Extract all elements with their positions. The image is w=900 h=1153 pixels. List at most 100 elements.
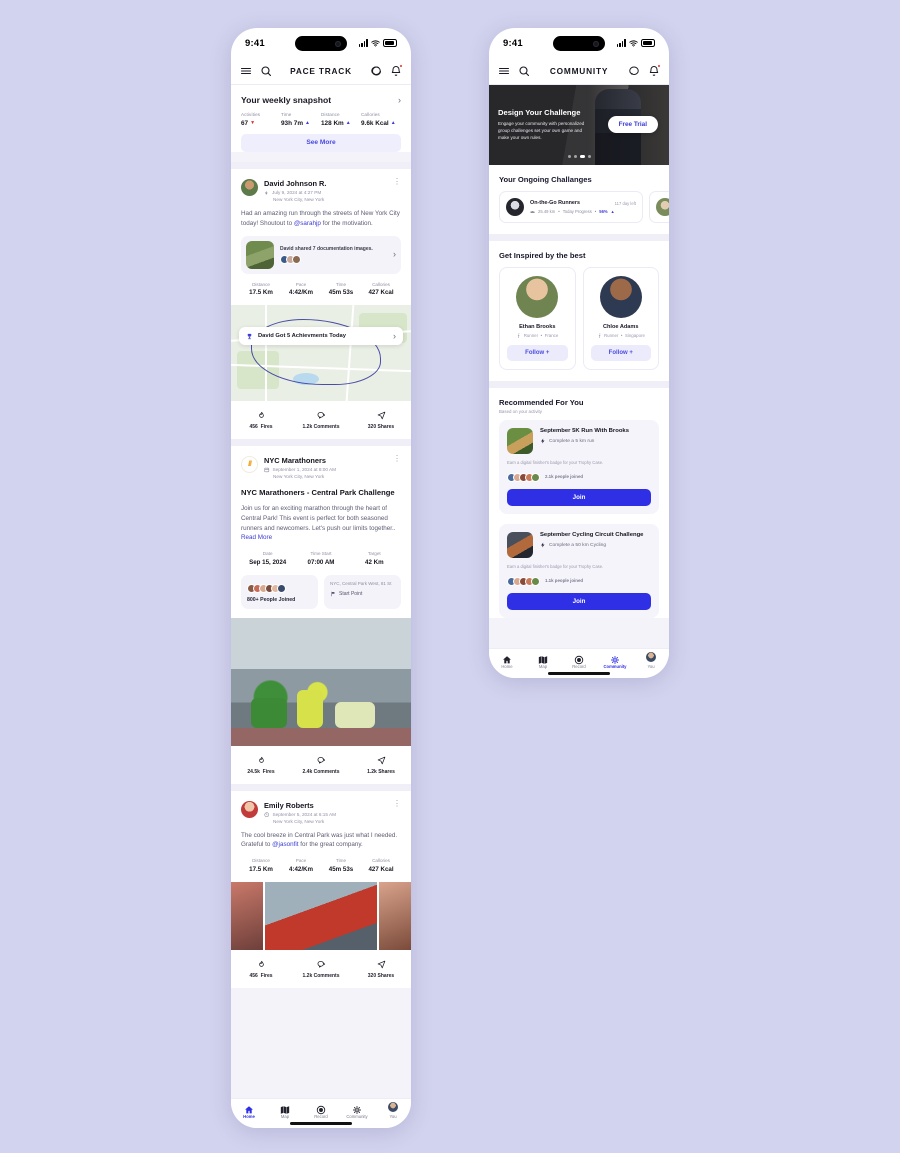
community-scroll[interactable]: Design Your Challenge Engage your commun… — [489, 85, 669, 678]
post-david: David Johnson R. July 9, 2024 at 4:27 PM… — [231, 168, 411, 439]
mention-link[interactable]: @sarahjp — [294, 220, 321, 227]
promo-banner[interactable]: Design Your Challenge Engage your commun… — [489, 85, 669, 165]
follow-button[interactable]: Follow + — [590, 345, 651, 361]
recommendation-card[interactable]: September 5K Run With Brooks Complete a … — [499, 420, 659, 514]
photo-gallery[interactable] — [231, 881, 411, 950]
post-author[interactable]: NYC Marathoners — [264, 456, 387, 465]
post-author[interactable]: Emily Roberts — [264, 801, 387, 810]
trend-up-icon: ▲ — [305, 119, 310, 126]
challenge-info: On-the-Go Runners 117 day left 25.49 km … — [530, 200, 636, 214]
avatar[interactable]: /// — [241, 456, 258, 473]
fires-button[interactable]: 24.5k Fires — [231, 756, 291, 775]
post-options-icon[interactable]: ⋮ — [393, 799, 401, 807]
chat-bubble-icon[interactable] — [370, 65, 382, 77]
post-identity: NYC Marathoners September 1, 2024 at 8:0… — [264, 456, 387, 479]
trend-up-icon: ▲ — [610, 209, 615, 214]
route-map[interactable]: David Got 5 Achievments Today › — [231, 305, 411, 401]
shares-label: 1.2k Shares — [367, 768, 395, 775]
read-more-link[interactable]: Read More — [241, 534, 272, 541]
post-header: Emily Roberts September 5, 2024 at 6:15 … — [241, 799, 401, 824]
avatar[interactable] — [241, 800, 258, 818]
see-more-button[interactable]: See More — [241, 133, 401, 152]
comments-button[interactable]: 1.2k Comments — [291, 411, 351, 430]
location-card[interactable]: NYC, Central Park West, 81 St Start Poin… — [324, 574, 401, 609]
post-location: New York City, New York — [273, 474, 325, 479]
shared-images-card[interactable]: David shared 7 documentation images. › — [241, 235, 401, 274]
comments-button[interactable]: 2.4k Comments — [291, 756, 351, 775]
post-text: Had an amazing run through the streets o… — [241, 210, 400, 227]
record-icon — [316, 1102, 326, 1115]
tab-home[interactable]: Home — [489, 652, 525, 669]
inspired-cards: Ethan Brooks Runner • France Follow + Chlo… — [489, 267, 669, 381]
free-trial-button[interactable]: Free Trial — [607, 116, 658, 133]
stat-value: 93h 7m ▲ — [281, 119, 310, 127]
post-date: September 5, 2024 at 6:15 AM — [264, 812, 387, 818]
join-button[interactable]: Join — [507, 593, 651, 610]
search-icon[interactable] — [260, 65, 272, 77]
shares-button[interactable]: 320 Shares — [351, 411, 411, 430]
join-button[interactable]: Join — [507, 489, 651, 506]
post-options-icon[interactable]: ⋮ — [393, 455, 401, 463]
shares-button[interactable]: 320 Shares — [351, 960, 411, 979]
recommendation-thumbnail — [507, 428, 533, 454]
post-identity: David Johnson R. July 9, 2024 at 4:27 PM… — [264, 179, 387, 203]
hamburger-icon[interactable] — [240, 65, 252, 77]
follow-button[interactable]: Follow + — [507, 345, 568, 361]
tab-map[interactable]: Map — [525, 652, 561, 669]
chevron-right-icon[interactable]: › — [398, 95, 401, 105]
achievements-banner[interactable]: David Got 5 Achievments Today › — [239, 327, 403, 345]
recommended-section: Recommended For You Based on your activi… — [489, 388, 669, 618]
comment-icon — [317, 411, 326, 420]
tab-map[interactable]: Map — [267, 1102, 303, 1119]
metric-pace: Pace 4:42/Km — [288, 858, 314, 873]
person-card[interactable]: Ethan Brooks Runner • France Follow + — [499, 267, 576, 370]
tab-record[interactable]: Record — [561, 652, 597, 669]
avatar[interactable] — [241, 178, 258, 196]
chevron-right-icon[interactable]: › — [393, 250, 396, 259]
gallery-image[interactable] — [231, 881, 263, 950]
challenge-card[interactable]: On-the-Go Runners 117 day left 25.49 km … — [499, 191, 643, 223]
weekly-snapshot-header[interactable]: Your weekly snapshot › — [231, 85, 411, 112]
recommendation-card[interactable]: September Cycling Circuit Challenge Comp… — [499, 524, 659, 618]
recommendation-thumbnail — [507, 532, 533, 558]
post-author[interactable]: David Johnson R. — [264, 179, 387, 188]
dynamic-island — [553, 36, 605, 51]
ongoing-cards[interactable]: On-the-Go Runners 117 day left 25.49 km … — [489, 191, 669, 234]
metric-distance: Distance 17.5 Km — [249, 858, 273, 873]
challenge-name: On-the-Go Runners — [530, 200, 581, 206]
chevron-right-icon[interactable]: › — [393, 331, 396, 341]
post-options-icon[interactable]: ⋮ — [393, 177, 401, 185]
stat-label: Callories — [361, 112, 380, 117]
fires-button[interactable]: 456 Fires — [231, 960, 291, 979]
joined-count: 800+ People Joined — [247, 596, 296, 603]
comments-button[interactable]: 1.2k Comments — [291, 960, 351, 979]
share-icon — [377, 960, 386, 969]
tab-community[interactable]: Community — [339, 1102, 375, 1119]
gallery-image[interactable] — [265, 881, 377, 950]
carousel-dots[interactable] — [489, 155, 669, 158]
tab-home[interactable]: Home — [231, 1102, 267, 1119]
hamburger-icon[interactable] — [498, 65, 510, 77]
shares-button[interactable]: 1.2k Shares — [351, 756, 411, 775]
joined-card[interactable]: 800+ People Joined — [241, 574, 318, 609]
event-photo[interactable] — [231, 617, 411, 746]
feed-scroll[interactable]: Your weekly snapshot › Activities 67 ▼ Ti… — [231, 85, 411, 1128]
fires-button[interactable]: 456 Fires — [231, 411, 291, 430]
tab-you[interactable]: You — [633, 652, 669, 669]
gallery-image[interactable] — [379, 881, 411, 950]
tab-you[interactable]: You — [375, 1102, 411, 1119]
event-address: NYC, Central Park West, 81 St — [330, 580, 392, 586]
ongoing-title: Your Ongoing Challanges — [499, 175, 592, 184]
challenge-card-next[interactable] — [649, 191, 669, 223]
bell-icon[interactable] — [648, 64, 661, 77]
mention-link[interactable]: @jasonfit — [272, 841, 298, 848]
engagement-bar-david: 456 Fires 1.2k Comments 320 Shares — [231, 401, 411, 439]
shared-thumbnail — [246, 240, 274, 269]
tab-record[interactable]: Record — [303, 1102, 339, 1119]
search-icon[interactable] — [518, 65, 530, 77]
person-card[interactable]: Chloe Adams Runner • Singapore Follow + — [582, 267, 659, 370]
bell-icon[interactable] — [390, 64, 403, 77]
chat-bubble-icon[interactable] — [628, 65, 640, 77]
tab-community[interactable]: Community — [597, 652, 633, 669]
recommendation-badge-note: Earn a digital finisher's badge for your… — [507, 564, 604, 569]
